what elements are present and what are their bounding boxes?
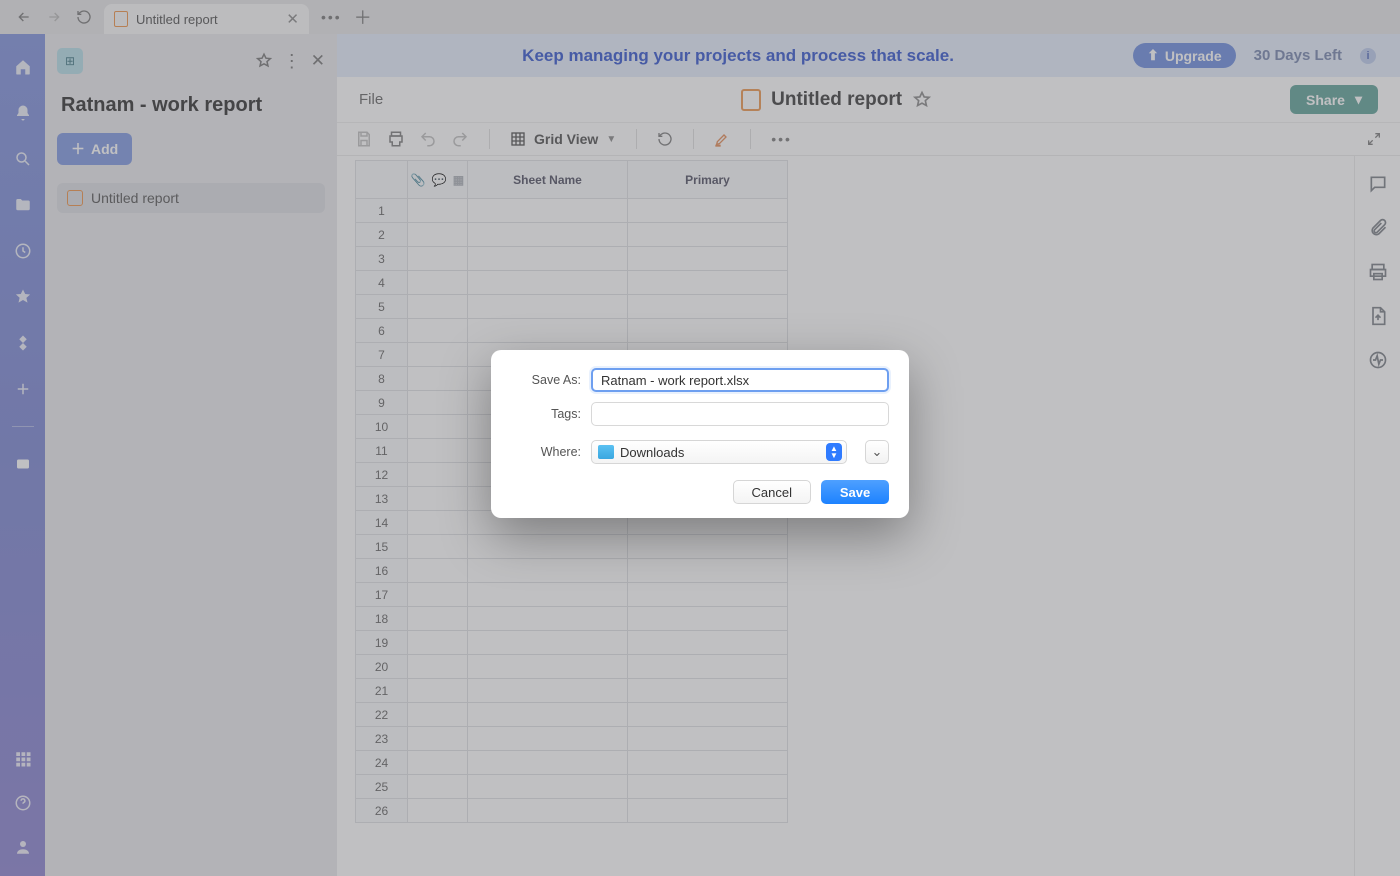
folder-icon <box>598 445 614 459</box>
where-label: Where: <box>511 445 581 459</box>
tags-label: Tags: <box>511 407 581 421</box>
save-button[interactable]: Save <box>821 480 889 504</box>
where-select[interactable]: Downloads ▲▼ <box>591 440 847 464</box>
tags-input[interactable] <box>591 402 889 426</box>
where-value: Downloads <box>620 445 684 460</box>
app-root: Untitled report ✕ ••• ＋ <box>0 0 1400 876</box>
save-as-input[interactable]: Ratnam - work report.xlsx <box>591 368 889 392</box>
save-as-label: Save As: <box>511 373 581 387</box>
where-stepper[interactable]: ▲▼ <box>826 443 842 461</box>
save-as-value: Ratnam - work report.xlsx <box>601 373 749 388</box>
cancel-button[interactable]: Cancel <box>733 480 811 504</box>
expand-where-button[interactable]: ⌄ <box>865 440 889 464</box>
save-dialog: Save As: Ratnam - work report.xlsx Tags:… <box>491 350 909 518</box>
modal-overlay: Save As: Ratnam - work report.xlsx Tags:… <box>0 0 1400 876</box>
